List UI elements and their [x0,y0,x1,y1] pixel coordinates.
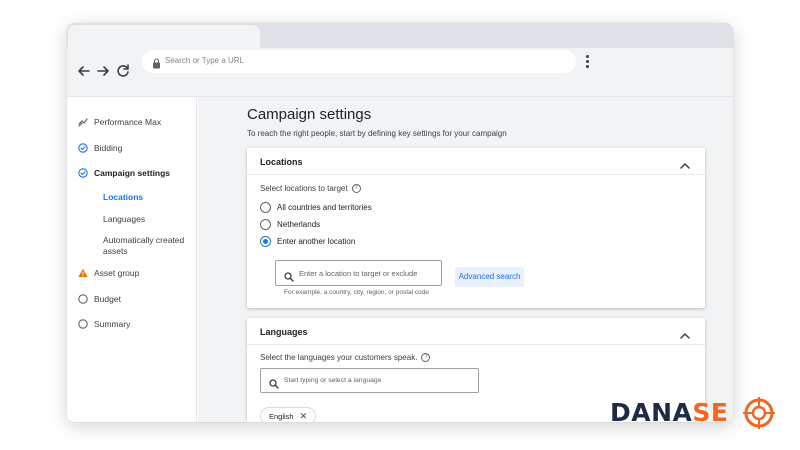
chip-label: English [269,412,294,421]
sidebar-subitem-languages[interactable]: Languages [103,214,193,225]
browser-tab[interactable] [68,25,260,48]
locations-card-header[interactable]: Locations [247,148,705,175]
languages-card-header[interactable]: Languages [247,318,705,345]
radio-all-countries[interactable] [260,202,271,213]
forward-arrow-icon[interactable] [93,61,113,81]
location-search-placeholder: Enter a location to target or exclude [299,269,418,278]
radio-label-netherlands: Netherlands [277,220,321,229]
browser-titlebar [67,23,733,48]
chevron-up-icon[interactable] [679,327,691,339]
location-search-hint: For example, a country, city, region, or… [284,289,429,296]
search-icon [284,269,294,282]
sidebar: Performance Max Bidding Campaign setting… [67,97,197,422]
address-bar-placeholder: Search or Type a URL [165,56,245,65]
search-icon [269,376,279,389]
radio-enter-another-location[interactable] [260,236,271,247]
locations-card: Locations Select locations to target? Al… [247,148,705,308]
sidebar-item-label: Campaign settings [94,168,171,178]
language-chip-english: English ✕ [260,407,317,422]
reload-icon[interactable] [113,61,133,81]
sidebar-subitem-automatically-created-assets[interactable]: Automatically created assets [103,235,193,257]
advanced-search-button[interactable]: Advanced search [455,267,524,287]
sidebar-item-label: Budget [94,294,121,304]
language-search-placeholder: Start typing or select a language [284,377,382,384]
watermark-text: DANASE [610,398,729,427]
empty-circle-icon [78,319,88,329]
sidebar-item-label: Bidding [94,143,123,153]
warning-icon [78,268,88,278]
sidebar-item-label: Summary [94,319,131,329]
page-subtitle: To reach the right people, start by defi… [247,129,507,138]
radio-label-all-countries: All countries and territories [277,203,372,212]
help-icon[interactable]: ? [351,184,361,194]
languages-card-title: Languages [260,327,308,337]
sidebar-item-label: Performance Max [94,117,162,127]
back-arrow-icon[interactable] [74,61,94,81]
lock-icon [152,56,161,69]
sidebar-item-label: Asset group [94,268,140,278]
browser-menu-icon[interactable] [583,53,591,71]
main-content: Campaign settings To reach the right peo… [198,97,733,422]
check-circle-icon [78,143,88,153]
locations-card-title: Locations [260,157,303,167]
empty-circle-icon [78,294,88,304]
help-icon[interactable]: ? [421,353,431,363]
radio-label-enter-another-location: Enter another location [277,237,356,246]
location-search-input[interactable]: Enter a location to target or exclude [275,260,442,286]
chevron-up-icon[interactable] [679,157,691,169]
target-logo-icon [743,397,775,429]
sidebar-subitem-locations[interactable]: Locations [103,192,193,203]
locations-prompt-row: Select locations to target? [260,184,361,194]
performance-max-icon [78,117,88,127]
danaseo-watermark: DANASE [610,396,780,430]
languages-prompt-row: Select the languages your customers spea… [260,353,431,363]
language-search-input[interactable]: Start typing or select a language [260,368,479,393]
radio-netherlands[interactable] [260,219,271,230]
languages-prompt: Select the languages your customers spea… [260,353,418,362]
remove-chip-icon[interactable]: ✕ [300,411,308,421]
browser-window: Search or Type a URL Performance Max Bid… [67,23,733,422]
page-title: Campaign settings [247,106,372,123]
check-circle-icon [78,168,88,178]
address-bar[interactable]: Search or Type a URL [142,50,576,73]
locations-prompt: Select locations to target [260,184,348,193]
